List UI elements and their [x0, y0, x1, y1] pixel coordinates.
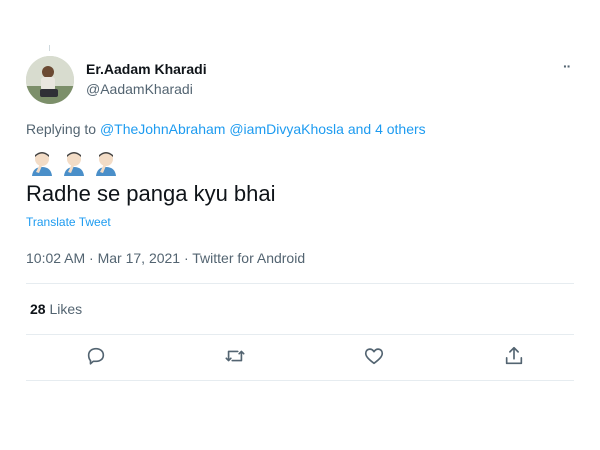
like-icon [364, 348, 384, 365]
likes-stat[interactable]: 28 Likes [30, 301, 82, 317]
reply-connector: and [347, 121, 372, 137]
man-facepalming-icon [96, 152, 116, 176]
divider [26, 283, 574, 284]
avatar-image [26, 56, 74, 104]
more-options-icon[interactable]: ·· [563, 58, 571, 74]
top-edge-mark [49, 45, 50, 51]
likes-count: 28 [30, 301, 46, 317]
man-facepalming-icon [64, 152, 84, 176]
tweet-timestamp[interactable]: 10:02 AM · Mar 17, 2021 · Twitter for An… [26, 250, 305, 266]
mention-link[interactable]: @iamDivyaKhosla [229, 121, 344, 137]
retweet-icon [225, 350, 245, 362]
reply-button[interactable] [85, 345, 109, 369]
like-button[interactable] [363, 345, 387, 369]
likes-label: Likes [49, 301, 83, 317]
translate-tweet-link[interactable]: Translate Tweet [26, 215, 111, 229]
author-name[interactable]: Er.Aadam Kharadi [86, 61, 207, 77]
share-button[interactable] [503, 345, 527, 369]
replying-to-label: Replying to [26, 121, 97, 137]
author-handle[interactable]: @AadamKharadi [86, 81, 193, 97]
share-icon [505, 346, 523, 365]
retweet-button[interactable] [224, 345, 248, 369]
others-link[interactable]: 4 others [375, 121, 426, 137]
replying-to-line: Replying to @TheJohnAbraham @iamDivyaKho… [26, 121, 426, 137]
divider [26, 380, 574, 381]
divider [26, 334, 574, 335]
avatar[interactable] [26, 56, 74, 104]
emoji-row [30, 150, 118, 176]
mention-link[interactable]: @TheJohnAbraham [100, 121, 226, 137]
reply-icon [87, 347, 105, 365]
man-facepalming-icon [32, 152, 52, 176]
next-reply-avatar-partial [36, 398, 62, 404]
tweet-text: Radhe se panga kyu bhai [26, 181, 276, 206]
